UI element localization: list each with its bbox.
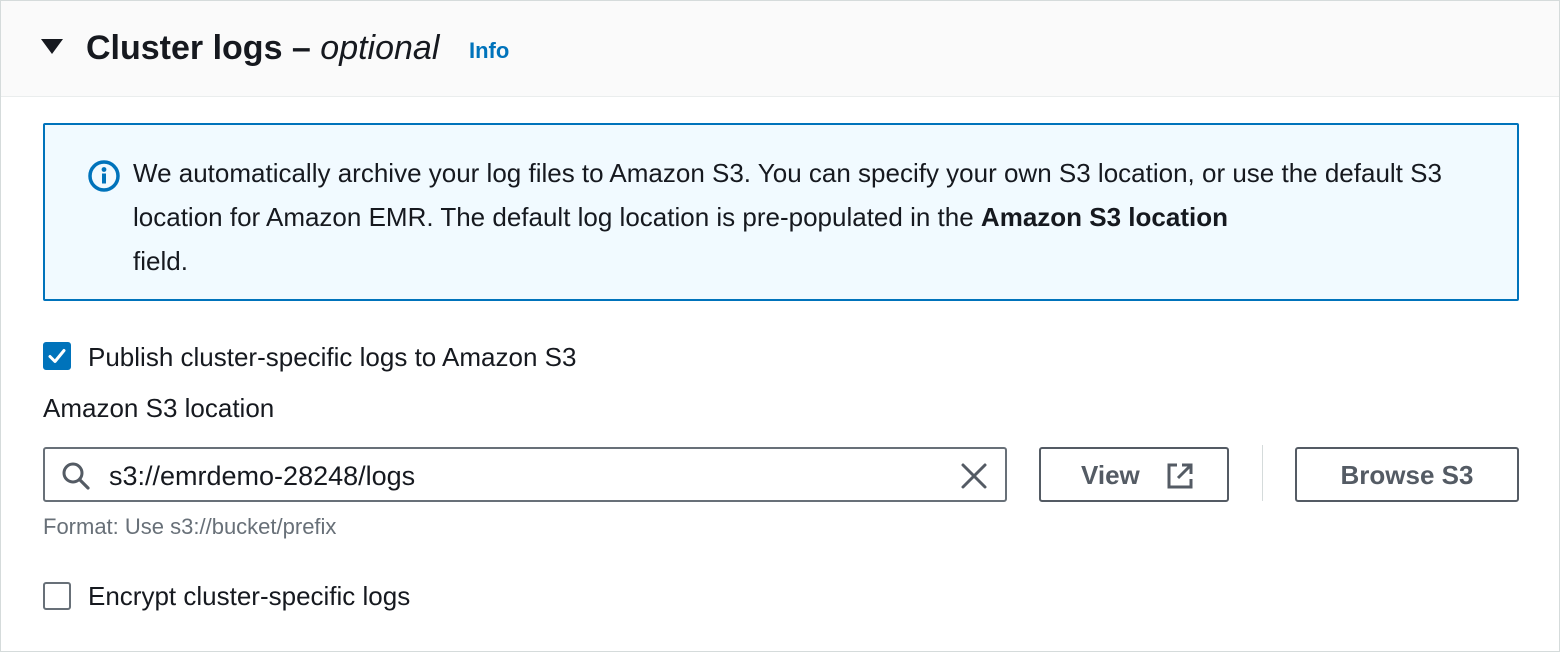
alert-text-main: We automatically archive your log files … — [133, 158, 1442, 232]
alert-text-end: field. — [133, 246, 188, 276]
search-icon — [62, 462, 90, 490]
view-button[interactable]: View — [1039, 447, 1229, 502]
external-link-icon — [1167, 463, 1193, 489]
encrypt-logs-label[interactable]: Encrypt cluster-specific logs — [88, 581, 410, 611]
cluster-logs-panel: Cluster logs – optional Info We automati… — [0, 0, 1560, 652]
section-title: Cluster logs – optional — [86, 28, 439, 68]
view-button-label: View — [1081, 460, 1140, 490]
encrypt-logs-checkbox[interactable] — [43, 582, 71, 610]
s3-location-label: Amazon S3 location — [43, 393, 275, 423]
info-alert: We automatically archive your log files … — [43, 123, 1519, 301]
s3-format-hint: Format: Use s3://bucket/prefix — [43, 514, 337, 539]
panel-header[interactable]: Cluster logs – optional Info — [1, 1, 1559, 97]
info-link[interactable]: Info — [469, 38, 509, 64]
caret-down-icon[interactable] — [41, 39, 63, 54]
checkmark-icon — [48, 349, 66, 363]
alert-message: We automatically archive your log files … — [133, 151, 1493, 283]
s3-location-input[interactable]: s3://emrdemo-28248/logs — [43, 447, 1007, 502]
publish-logs-checkbox[interactable] — [43, 342, 71, 370]
alert-text-bold: Amazon S3 location — [980, 202, 1228, 232]
browse-s3-button[interactable]: Browse S3 — [1295, 447, 1519, 502]
section-title-main: Cluster logs – — [86, 29, 311, 67]
section-title-optional: optional — [320, 29, 440, 67]
publish-logs-label[interactable]: Publish cluster-specific logs to Amazon … — [88, 342, 576, 372]
info-circle-icon — [88, 160, 120, 192]
button-divider — [1262, 445, 1263, 501]
browse-s3-button-label: Browse S3 — [1340, 460, 1474, 490]
s3-location-value[interactable]: s3://emrdemo-28248/logs — [109, 460, 415, 492]
clear-icon[interactable] — [959, 461, 989, 491]
